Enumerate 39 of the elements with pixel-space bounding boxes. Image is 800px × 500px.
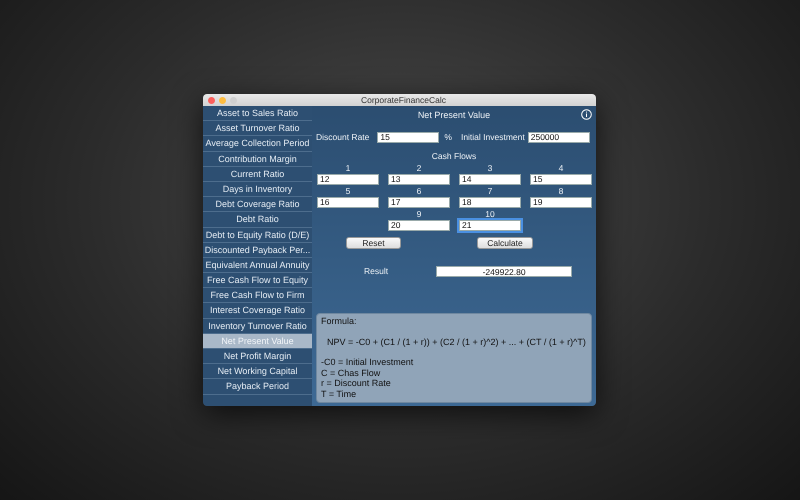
cash-flow-field[interactable]: 13 [388,174,450,185]
field-label: 10 [485,208,495,220]
legend-line: -C0 = Initial Investment [321,357,414,368]
panel-title: Net Present Value [418,110,490,120]
result-field: -249922.80 [436,266,572,277]
field-label: 6 [416,184,422,197]
cash-flow-field[interactable]: 20 [388,220,450,231]
field-label: Initial Investment [460,131,525,144]
field-label: 3 [488,162,492,174]
unit-label: % [444,131,452,144]
field-label: 5 [346,184,350,197]
cash-flow-field[interactable]: 12 [317,174,379,185]
cash-flow-field[interactable]: 17 [388,196,450,208]
reset-button[interactable]: Reset [346,236,401,249]
legend-line: r = Discount Rate [321,378,392,388]
window-title: CorporateFinanceCalc [360,94,448,106]
cash-flow-field[interactable]: 21 [459,220,521,231]
cash-flow-field[interactable]: 18 [459,196,521,208]
field-label: Discount Rate [316,131,370,144]
field-label: 2 [416,162,422,174]
field-label: 9 [416,208,422,220]
cash-flow-field[interactable]: 15 [530,174,592,185]
result-label: Result [364,264,388,278]
formula-heading: Formula: [321,316,358,326]
section-title: Cash Flows [432,150,476,162]
initial-investment-field[interactable]: 250000 [528,132,590,143]
field-label: 4 [558,162,564,174]
calculate-button[interactable]: Calculate [477,236,533,249]
cash-flow-field[interactable]: 19 [530,196,592,208]
legend-line: T = Time [321,388,358,399]
formula-equation: NPV = -C0 + (C1 / (1 + r)) + (C2 / (1 + r)^2) + ... + (CT / (1 + r)^T) [327,336,587,347]
cash-flow-field[interactable]: 16 [317,196,379,208]
info-icon[interactable] [581,109,592,120]
field-label: 7 [488,184,492,197]
cash-flow-field[interactable]: 14 [459,174,521,185]
discount-rate-field[interactable]: 15 [377,132,440,143]
legend-line: C = Chas Flow [321,368,382,378]
field-label: 1 [346,162,350,174]
field-label: 8 [558,184,564,197]
